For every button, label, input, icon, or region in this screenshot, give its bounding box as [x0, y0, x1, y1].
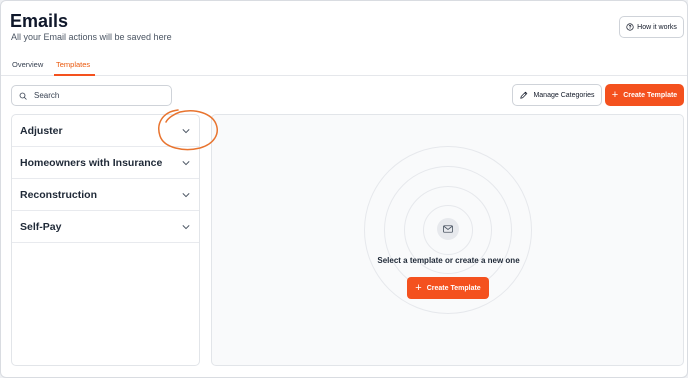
search-box[interactable]: [11, 85, 172, 106]
manage-categories-label: Manage Categories: [533, 91, 595, 99]
page-title: Emails: [10, 11, 69, 31]
manage-categories-button[interactable]: Manage Categories: [512, 84, 602, 106]
how-it-works-label: How it works: [637, 23, 677, 31]
category-label: Reconstruction: [20, 188, 98, 201]
category-item-self-pay[interactable]: Self-Pay: [12, 211, 199, 243]
template-preview-panel: Select a template or create a new one + …: [211, 114, 684, 366]
category-label: Homeowners with Insurance: [20, 156, 163, 169]
empty-state-message: Select a template or create a new one: [377, 256, 520, 265]
chevron-down-icon[interactable]: [182, 224, 190, 230]
tab-bar: Overview Templates: [1, 56, 687, 76]
plus-icon: +: [415, 281, 422, 294]
category-item-homeowners[interactable]: Homeowners with Insurance: [12, 147, 199, 179]
mail-icon-badge: [437, 218, 459, 240]
pencil-icon: [520, 91, 528, 99]
plus-icon: +: [611, 88, 619, 101]
category-list: Adjuster Homeowners with Insurance Recon…: [11, 114, 200, 366]
tab-overview[interactable]: Overview: [12, 60, 43, 69]
chevron-down-icon[interactable]: [182, 192, 190, 198]
create-template-label: Create Template: [426, 284, 481, 292]
help-circle-icon: [626, 23, 634, 31]
active-tab-indicator: [54, 74, 95, 76]
chevron-down-icon[interactable]: [182, 160, 190, 166]
mail-icon: [443, 225, 453, 233]
category-label: Self-Pay: [20, 220, 62, 233]
chevron-down-icon[interactable]: [182, 128, 190, 134]
page-subtitle: All your Email actions will be saved her…: [11, 32, 172, 42]
search-input[interactable]: [34, 91, 154, 100]
create-template-label: Create Template: [623, 91, 678, 99]
app-window: Emails All your Email actions will be sa…: [0, 0, 688, 378]
category-item-adjuster[interactable]: Adjuster: [12, 115, 199, 147]
tab-templates[interactable]: Templates: [56, 60, 90, 69]
category-item-reconstruction[interactable]: Reconstruction: [12, 179, 199, 211]
how-it-works-button[interactable]: How it works: [619, 16, 684, 38]
create-template-button[interactable]: + Create Template: [605, 84, 684, 106]
search-icon: [19, 92, 27, 100]
category-label: Adjuster: [20, 124, 63, 137]
create-template-button-center[interactable]: + Create Template: [407, 277, 489, 299]
